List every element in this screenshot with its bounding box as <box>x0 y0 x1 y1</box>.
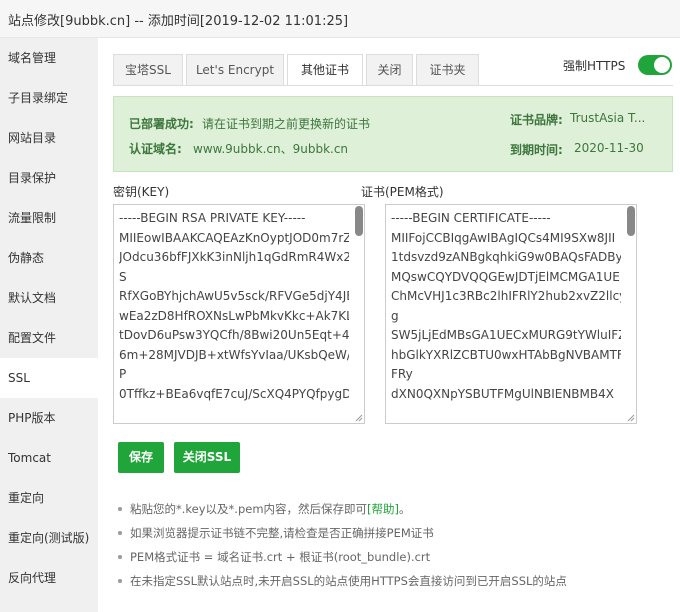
tip-text: 在未指定SSL默认站点时,未开启SSL的站点使用HTTPS会直接访问到已开启SS… <box>130 574 567 588</box>
window-title: 站点修改[9ubbk.cn] -- 添加时间[2019-12-02 11:01:… <box>8 14 349 29</box>
key-text: -----BEGIN RSA PRIVATE KEY----- MIIEowIB… <box>119 211 349 401</box>
sidebar-item-rewrite[interactable]: 伪静态 <box>0 238 98 278</box>
expire-key: 到期时间: <box>510 143 563 157</box>
sidebar-item-php[interactable]: PHP版本 <box>0 398 98 438</box>
cert-text: -----BEGIN CERTIFICATE----- MIIFojCCBIqg… <box>391 211 621 401</box>
save-button[interactable]: 保存 <box>118 442 164 473</box>
bullet-icon <box>118 555 122 559</box>
sidebar-item-reverse-proxy[interactable]: 反向代理 <box>0 558 98 598</box>
tip-text: PEM格式证书 = 域名证书.crt + 根证书(root_bundle).cr… <box>130 550 431 564</box>
cert-scroll-thumb[interactable] <box>627 206 635 236</box>
cert-scrollbar[interactable] <box>626 206 635 422</box>
sidebar-item-subdir[interactable]: 子目录绑定 <box>0 78 98 118</box>
deployed-key: 已部署成功: <box>129 117 194 131</box>
domain-key: 认证域名: <box>129 142 182 156</box>
tab-baota-ssl[interactable]: 宝塔SSL <box>113 54 183 85</box>
tips-list: 粘贴您的*.key以及*.pem内容，然后保存即可[帮助]。 如果浏览器提示证书… <box>116 500 567 596</box>
help-link[interactable]: [帮助] <box>367 502 399 516</box>
tab-other-cert[interactable]: 其他证书 <box>287 54 363 86</box>
tip-text: 如果浏览器提示证书链不完整,请检查是否正确拼接PEM证书 <box>130 526 434 540</box>
sidebar: 域名管理 子目录绑定 网站目录 目录保护 流量限制 伪静态 默认文档 配置文件 … <box>0 38 98 612</box>
cert-status-box: 已部署成功: 请在证书到期之前更换新的证书 认证域名: www.9ubbk.cn… <box>113 96 673 172</box>
brand-value: TrustAsia T... <box>570 111 646 125</box>
brand-key: 证书品牌: <box>510 113 563 127</box>
deployed-value: 请在证书到期之前更换新的证书 <box>202 117 371 131</box>
tip-text: 粘贴您的*.key以及*.pem内容，然后保存即可 <box>130 502 368 516</box>
sidebar-item-default-doc[interactable]: 默认文档 <box>0 278 98 318</box>
toggle-knob <box>654 57 670 73</box>
list-item: 在未指定SSL默认站点时,未开启SSL的站点使用HTTPS会直接访问到已开启SS… <box>116 572 567 596</box>
tab-lets-encrypt[interactable]: Let's Encrypt <box>186 54 284 85</box>
sidebar-item-ssl[interactable]: SSL <box>0 358 98 398</box>
tip-tail: 。 <box>399 502 411 516</box>
sidebar-item-traffic[interactable]: 流量限制 <box>0 198 98 238</box>
key-scroll-thumb[interactable] <box>355 206 363 236</box>
key-textarea[interactable]: -----BEGIN RSA PRIVATE KEY----- MIIEowIB… <box>113 204 365 424</box>
resize-grip-icon[interactable] <box>627 414 635 422</box>
cert-label: 证书(PEM格式) <box>361 185 444 199</box>
resize-grip-icon[interactable] <box>355 414 363 422</box>
tab-close[interactable]: 关闭 <box>366 54 413 85</box>
window-titlebar: 站点修改[9ubbk.cn] -- 添加时间[2019-12-02 11:01:… <box>0 0 680 38</box>
bullet-icon <box>118 531 122 535</box>
tab-divider <box>113 85 673 86</box>
sidebar-item-domain[interactable]: 域名管理 <box>0 38 98 78</box>
sidebar-item-site-dir[interactable]: 网站目录 <box>0 118 98 158</box>
close-ssl-button[interactable]: 关闭SSL <box>174 442 240 473</box>
sidebar-item-dir-protect[interactable]: 目录保护 <box>0 158 98 198</box>
bullet-icon <box>118 579 122 583</box>
bullet-icon <box>118 507 122 511</box>
domain-value: www.9ubbk.cn、9ubbk.cn <box>193 142 349 156</box>
list-item: 粘贴您的*.key以及*.pem内容，然后保存即可[帮助]。 <box>116 500 567 524</box>
list-item: PEM格式证书 = 域名证书.crt + 根证书(root_bundle).cr… <box>116 548 567 572</box>
key-label: 密钥(KEY) <box>113 185 170 199</box>
sidebar-item-redirect[interactable]: 重定向 <box>0 478 98 518</box>
sidebar-item-config[interactable]: 配置文件 <box>0 318 98 358</box>
force-https-label: 强制HTTPS <box>563 59 626 73</box>
expire-value: 2020-11-30 <box>574 141 644 155</box>
list-item: 如果浏览器提示证书链不完整,请检查是否正确拼接PEM证书 <box>116 524 567 548</box>
sidebar-item-tomcat[interactable]: Tomcat <box>0 438 98 478</box>
tab-cert-folder[interactable]: 证书夹 <box>416 54 479 85</box>
cert-textarea[interactable]: -----BEGIN CERTIFICATE----- MIIFojCCBIqg… <box>385 204 637 424</box>
force-https-toggle[interactable] <box>638 55 672 75</box>
sidebar-item-redirect-beta[interactable]: 重定向(测试版) <box>0 518 98 558</box>
key-scrollbar[interactable] <box>354 206 363 422</box>
